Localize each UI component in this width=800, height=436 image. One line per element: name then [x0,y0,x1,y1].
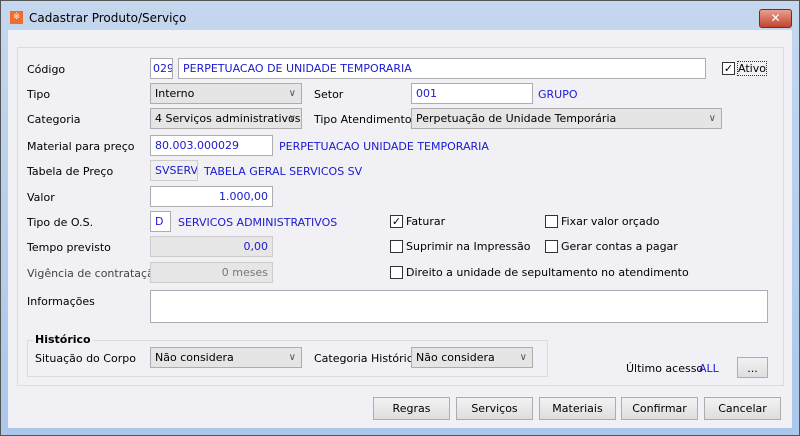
nome-input[interactable]: PERPETUACAO DE UNIDADE TEMPORARIA [178,58,706,79]
tipo-os-nome: SERVICOS ADMINISTRATIVOS [178,216,338,229]
check-icon: ✓ [390,215,403,228]
chevron-down-icon: ∨ [288,113,296,124]
chevron-down-icon: ∨ [708,113,716,124]
categoria-label: Categoria [27,113,81,126]
tabela-nome: TABELA GERAL SERVICOS SV [204,165,363,178]
tipo-select[interactable]: Interno ∨ [150,83,302,104]
material-input[interactable]: 80.003.000029 [150,135,273,156]
chevron-down-icon: ∨ [288,88,296,99]
setor-input[interactable]: 001 [411,83,533,104]
tipo-os-input[interactable]: D [150,211,171,232]
materiais-button[interactable]: Materiais [539,397,616,420]
categoria-select[interactable]: 4 Serviços administrativos ∨ [150,108,302,129]
faturar-label: Faturar [406,215,446,228]
tipo-label: Tipo [27,88,51,101]
chevron-down-icon: ∨ [519,352,527,363]
servicos-button[interactable]: Serviços [456,397,533,420]
app-icon: ※ [10,11,23,24]
categoria-historico-value: Não considera [416,351,495,364]
setor-label: Setor [314,88,344,101]
valor-label: Valor [27,191,55,204]
tipo-atendimento-select[interactable]: Perpetuação de Unidade Temporária ∨ [411,108,722,129]
tipo-os-label: Tipo de O.S. [27,216,94,229]
categoria-historico-select[interactable]: Não considera ∨ [411,347,533,368]
situacao-select[interactable]: Não considera ∨ [150,347,302,368]
window-title: Cadastrar Produto/Serviço [29,11,187,25]
tipo-atendimento-value: Perpetuação de Unidade Temporária [416,112,617,125]
historico-title: Histórico [33,333,93,346]
gerar-label: Gerar contas a pagar [561,240,678,253]
checkbox-empty-icon [545,240,558,253]
tempo-input[interactable]: 0,00 [150,236,273,257]
chevron-down-icon: ∨ [288,352,296,363]
checkbox-empty-icon [390,266,403,279]
checkbox-empty-icon [390,240,403,253]
informacoes-label: Informações [27,295,95,308]
ultimo-acesso-label: Último acesso [626,362,704,375]
direito-checkbox[interactable]: Direito a unidade de sepultamento no ate… [390,266,689,279]
tabela-label: Tabela de Preço [27,165,114,178]
regras-button[interactable]: Regras [373,397,450,420]
tipo-atendimento-label: Tipo Atendimento [314,113,412,126]
ultimo-acesso-value: ALL [699,362,719,375]
fixar-checkbox[interactable]: Fixar valor orçado [545,215,659,228]
faturar-checkbox[interactable]: ✓ Faturar [390,215,445,228]
suprimir-label: Suprimir na Impressão [406,240,531,253]
valor-input[interactable]: 1.000,00 [150,186,273,207]
direito-label: Direito a unidade de sepultamento no ate… [406,266,689,279]
suprimir-checkbox[interactable]: Suprimir na Impressão [390,240,530,253]
fixar-label: Fixar valor orçado [561,215,660,228]
confirmar-button[interactable]: Confirmar [621,397,698,420]
tempo-label: Tempo previsto [27,241,111,254]
title-bar[interactable]: ※ Cadastrar Produto/Serviço ✕ [1,1,799,33]
vigencia-input[interactable]: 0 meses [150,262,273,283]
material-nome: PERPETUACAO UNIDADE TEMPORARIA [279,140,489,153]
check-icon: ✓ [722,62,735,75]
codigo-input[interactable]: 029 [150,58,173,79]
tabela-input[interactable]: SVSERV [150,160,198,181]
checkbox-empty-icon [545,215,558,228]
ultimo-acesso-button[interactable]: ... [737,357,768,378]
situacao-label: Situação do Corpo [35,352,136,365]
cancelar-button[interactable]: Cancelar [704,397,781,420]
setor-nome: GRUPO [538,88,578,101]
informacoes-textarea[interactable] [150,290,768,323]
ativo-label: Ativo [737,61,767,76]
codigo-label: Código [27,63,66,76]
material-label: Material para preço [27,140,135,153]
categoria-value: 4 Serviços administrativos [155,112,301,125]
categoria-historico-label: Categoria Histórico [314,352,420,365]
situacao-value: Não considera [155,351,234,364]
close-button[interactable]: ✕ [759,9,792,28]
tipo-value: Interno [155,87,195,100]
vigencia-label: Vigência de contratação [27,267,161,280]
gerar-checkbox[interactable]: Gerar contas a pagar [545,240,678,253]
ativo-checkbox[interactable]: ✓ Ativo [722,61,767,76]
